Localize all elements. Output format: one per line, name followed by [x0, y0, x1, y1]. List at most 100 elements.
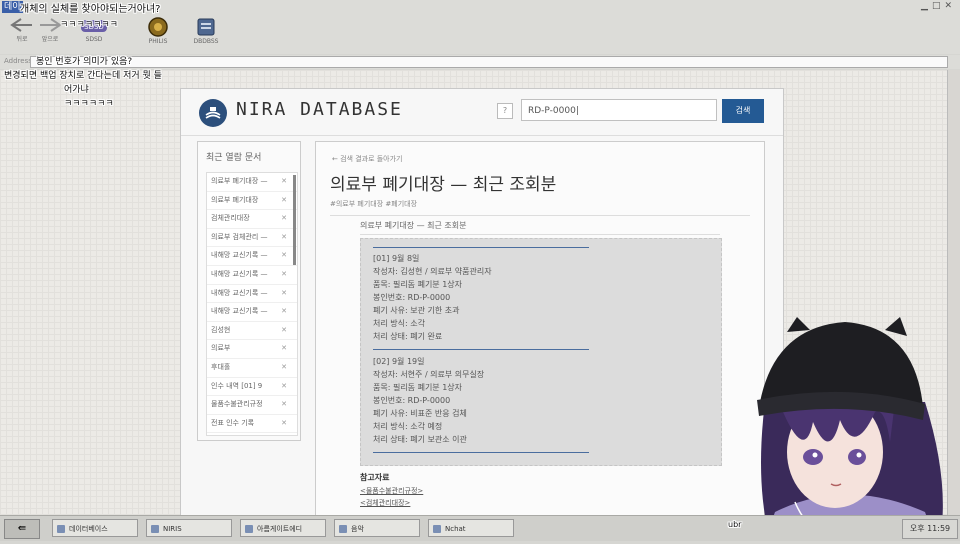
- record-line: 처리 상태: 폐기 완료: [373, 332, 443, 341]
- database-page: NIRA DATABASE ? RD-P-0000| 검색 최근 열람 문서 의…: [180, 88, 784, 520]
- maximize-icon[interactable]: □: [932, 1, 945, 11]
- back-label: 뒤로: [16, 36, 28, 43]
- task-label: 아름게이트에디: [257, 525, 303, 533]
- list-item[interactable]: 의료부 폐기대장 ✕: [207, 192, 297, 211]
- close-icon[interactable]: ✕: [281, 210, 287, 228]
- task-nchat[interactable]: Nchat: [428, 519, 514, 537]
- task-label: 데이터베이스: [69, 525, 108, 533]
- close-icon[interactable]: ✕: [281, 229, 287, 247]
- window-controls[interactable]: ▁□✕: [921, 1, 956, 11]
- close-icon[interactable]: ✕: [281, 396, 287, 414]
- list-item-label: 의료부 폐기대장: [211, 195, 259, 204]
- minimize-icon[interactable]: ▁: [921, 1, 932, 11]
- list-item[interactable]: 내해망 교신기록 — ✕: [207, 247, 297, 266]
- recent-docs-list: 의료부 폐기대장 — ✕ 의료부 폐기대장 ✕ 검체관리대장 ✕ 의료부 검체관리 —…: [206, 172, 298, 436]
- record-line: 작성자: 서현주 / 의료부 의무실장: [373, 370, 485, 379]
- address-label: Address: [4, 57, 32, 65]
- close-icon[interactable]: ✕: [281, 173, 287, 191]
- chat-caption: ㅋㅋㅋㅋㅋㅋㅋ: [60, 20, 118, 30]
- close-icon[interactable]: ✕: [281, 415, 287, 433]
- streamer-avatar: [735, 312, 960, 541]
- title-divider: [330, 215, 750, 216]
- close-icon[interactable]: ✕: [281, 359, 287, 377]
- task-label: 음악: [351, 525, 364, 533]
- start-icon: ⇚: [17, 523, 27, 534]
- record-line: 작성자: 김성현 / 의료부 약품관리자: [373, 267, 492, 276]
- task-editor[interactable]: 아름게이트에디: [240, 519, 326, 537]
- recent-docs-title: 최근 열람 문서: [206, 153, 262, 163]
- task-music[interactable]: 음악: [334, 519, 420, 537]
- philis-label: PHILIS: [148, 38, 168, 45]
- list-item[interactable]: 후대홀 ✕: [207, 359, 297, 378]
- recent-docs-panel: 최근 열람 문서 의료부 폐기대장 — ✕ 의료부 폐기대장 ✕ 검체관리대장 ✕ 의…: [197, 141, 301, 441]
- search-button[interactable]: 검색: [722, 99, 764, 123]
- start-button[interactable]: ⇚: [4, 519, 40, 539]
- list-item[interactable]: 의료부 ✕: [207, 340, 297, 359]
- close-icon[interactable]: ✕: [281, 378, 287, 396]
- list-item[interactable]: 물품수불관리규정 ✕: [207, 396, 297, 415]
- close-icon[interactable]: ✕: [944, 1, 956, 11]
- list-item[interactable]: 의료부 검체관리 — ✕: [207, 229, 297, 248]
- records-box: [01] 9월 8일 작성자: 김성현 / 의료부 약품관리자 품목: 필리돔 …: [360, 238, 722, 466]
- record-line: [02] 9월 19일: [373, 357, 425, 366]
- emblem-icon: [148, 17, 168, 37]
- list-item-label: 물품수불관리규정: [211, 400, 263, 409]
- section-divider: [360, 234, 720, 235]
- clock[interactable]: 오후 11:59: [902, 519, 958, 539]
- editor-icon: [245, 525, 253, 533]
- list-item[interactable]: 내해망 교신기록 — ✕: [207, 303, 297, 322]
- record-rule: [373, 247, 589, 248]
- list-item[interactable]: 내해망 교신기록 — ✕: [207, 266, 297, 285]
- record-line: 품목: 필리돔 폐기분 1상자: [373, 383, 463, 392]
- chat-icon: [433, 525, 441, 533]
- taskbar: ⇚ 데이터베이스 NIRIS 아름게이트에디 음악 Nchat ubr 오후 1…: [0, 515, 960, 541]
- title-bar: 데이 개체의 실체를 찾아야되는거아녀? ▁□✕: [0, 0, 960, 15]
- list-item-label: 의료부 검체관리 —: [211, 232, 268, 241]
- list-item-label: 내해망 교신기록 —: [211, 251, 268, 260]
- back-to-results-link[interactable]: ← 검색 결과로 돌아가기: [332, 154, 403, 164]
- close-icon[interactable]: ✕: [281, 266, 287, 284]
- list-item[interactable]: 전표 인수 기록 ✕: [207, 415, 297, 434]
- list-item-label: 의료부: [211, 344, 231, 353]
- site-brand: NIRA DATABASE: [236, 99, 403, 120]
- address-bar: Address: [0, 55, 960, 69]
- task-label: Nchat: [445, 525, 466, 533]
- page-title: 의료부 폐기대장 — 최근 조회분: [330, 175, 557, 195]
- record-line: [01] 9월 8일: [373, 254, 420, 263]
- reference-link[interactable]: <물품수불관리규정>: [360, 486, 423, 496]
- window-title: 개체의 실체를 찾아야되는거아녀?: [20, 4, 161, 15]
- search-input[interactable]: RD-P-0000|: [521, 99, 717, 121]
- db-button[interactable]: DBDBSS: [186, 16, 226, 45]
- list-item-label: 김성현: [211, 325, 231, 334]
- philis-button[interactable]: PHILIS: [138, 16, 178, 45]
- music-icon: [339, 525, 347, 533]
- list-item[interactable]: 김성현 ✕: [207, 322, 297, 341]
- list-item[interactable]: 의료부 폐기대장 — ✕: [207, 173, 297, 192]
- address-input[interactable]: [30, 56, 948, 68]
- list-item-label: 인수 내역 [01] 9: [211, 381, 263, 390]
- niris-icon: [151, 525, 159, 533]
- tray-fragment: ubr: [728, 520, 742, 529]
- record-entry: [01] 9월 8일 작성자: 김성현 / 의료부 약품관리자 품목: 필리돔 …: [373, 247, 589, 354]
- close-icon[interactable]: ✕: [281, 303, 287, 321]
- close-icon[interactable]: ✕: [281, 340, 287, 358]
- record-line: 처리 방식: 소각 예정: [373, 422, 443, 431]
- task-niris[interactable]: NIRIS: [146, 519, 232, 537]
- task-database[interactable]: 데이터베이스: [52, 519, 138, 537]
- list-item[interactable]: 검체관리대장 ✕: [207, 210, 297, 229]
- record-line: 봉인번호: RD-P-0000: [373, 396, 451, 405]
- database-icon: [197, 18, 215, 36]
- list-item[interactable]: 인수 내역 [01] 9 ✕: [207, 378, 297, 397]
- list-item-label: 내해망 교신기록 —: [211, 307, 268, 316]
- close-icon[interactable]: ✕: [281, 192, 287, 210]
- tag-list[interactable]: #의료부 폐기대장 #폐기대장: [330, 199, 417, 209]
- list-item[interactable]: 내해망 교신기록 — ✕: [207, 285, 297, 304]
- close-icon[interactable]: ✕: [281, 247, 287, 265]
- close-icon[interactable]: ✕: [281, 285, 287, 303]
- recent-scrollbar[interactable]: [293, 175, 296, 265]
- reference-link[interactable]: <검체관리대장>: [360, 498, 410, 508]
- close-icon[interactable]: ✕: [281, 322, 287, 340]
- record-entry: [02] 9월 19일 작성자: 서현주 / 의료부 의무실장 품목: 필리돔 …: [373, 355, 589, 457]
- list-item-label: 검체관리대장: [211, 214, 250, 223]
- help-button[interactable]: ?: [497, 103, 513, 119]
